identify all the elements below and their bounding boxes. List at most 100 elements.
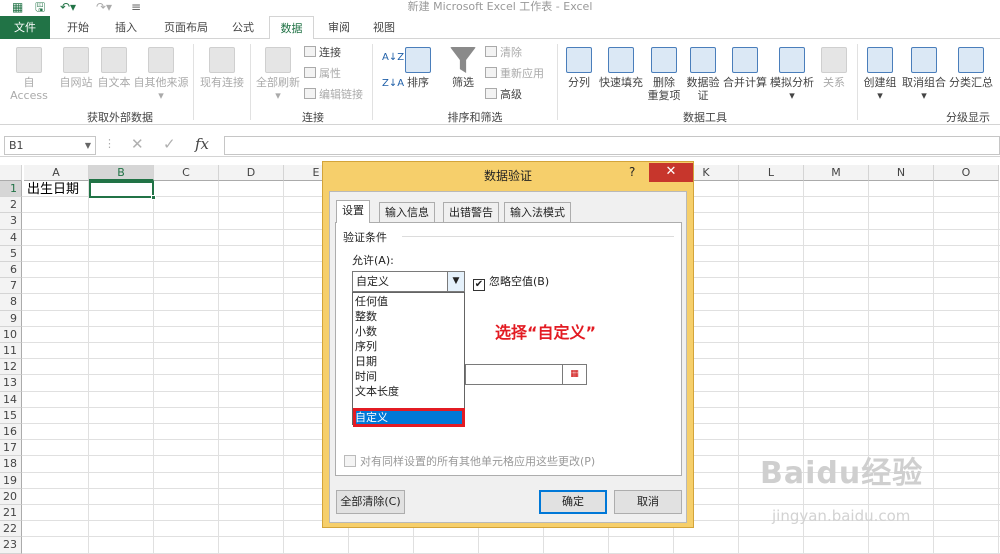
insert-function-button[interactable]: fx	[195, 135, 209, 153]
tab-error-alert[interactable]: 出错警告	[443, 202, 499, 223]
row-header-5[interactable]: 5	[0, 245, 22, 262]
tab-formulas[interactable]: 公式	[224, 16, 262, 39]
refresh-all-button[interactable]: 全部刷新 ▾	[254, 47, 302, 102]
help-button[interactable]: ?	[629, 165, 635, 179]
checkmark-icon[interactable]: ✔	[473, 279, 485, 291]
existing-connections-button[interactable]: 现有连接	[197, 47, 247, 89]
row-header-19[interactable]: 19	[0, 472, 22, 489]
option-date[interactable]: 日期	[355, 354, 377, 369]
option-any-value[interactable]: 任何值	[355, 294, 388, 309]
row-header-7[interactable]: 7	[0, 278, 22, 295]
flash-fill-button[interactable]: 快速填充	[597, 47, 645, 89]
data-validation-button[interactable]: 数据验 证	[684, 47, 722, 102]
selected-cell-b1[interactable]	[89, 181, 156, 200]
sort-za-icon[interactable]: Z↓A	[382, 77, 404, 91]
column-header-n[interactable]: N	[869, 165, 934, 181]
row-header-8[interactable]: 8	[0, 294, 22, 311]
from-access-button[interactable]: 自 Access	[3, 47, 55, 102]
clear-all-button[interactable]: 全部清除(C)	[336, 490, 405, 514]
group-button[interactable]: 创建组 ▾	[860, 47, 900, 102]
connections-button[interactable]: 连接	[304, 46, 341, 60]
row-header-11[interactable]: 11	[0, 343, 22, 360]
tab-input-message[interactable]: 输入信息	[379, 202, 435, 223]
from-web-button[interactable]: 自网站	[57, 47, 95, 89]
allow-select[interactable]: 自定义 ▼	[352, 271, 465, 292]
remove-duplicates-button[interactable]: 删除 重复项	[645, 47, 683, 102]
column-header-c[interactable]: C	[154, 165, 219, 181]
tab-home[interactable]: 开始	[58, 16, 98, 39]
tab-page-layout[interactable]: 页面布局	[155, 16, 217, 39]
row-header-1[interactable]: 1	[0, 181, 22, 198]
option-time[interactable]: 时间	[355, 369, 377, 384]
row-header-23[interactable]: 23	[0, 537, 22, 554]
row-header-9[interactable]: 9	[0, 310, 22, 327]
sort-button[interactable]: 排序	[403, 47, 433, 89]
row-header-16[interactable]: 16	[0, 424, 22, 441]
cell-a1[interactable]: 出生日期	[27, 182, 79, 198]
properties-button[interactable]: 属性	[304, 67, 341, 81]
clear-filter-button[interactable]: 清除	[485, 46, 522, 60]
option-whole-number[interactable]: 整数	[355, 309, 377, 324]
filter-button[interactable]: 筛选	[447, 47, 479, 89]
name-box[interactable]: B1 ▼	[4, 136, 96, 155]
reapply-button[interactable]: 重新应用	[485, 67, 544, 81]
tab-ime-mode[interactable]: 输入法模式	[504, 202, 571, 223]
chevron-down-icon[interactable]: ▼	[447, 272, 464, 291]
drag-handle-icon[interactable]: ⋮	[104, 137, 115, 150]
range-select-icon[interactable]: ▦	[562, 364, 587, 385]
row-header-2[interactable]: 2	[0, 197, 22, 214]
cancel-entry-icon[interactable]: ✕	[131, 135, 144, 153]
ok-button[interactable]: 确定	[539, 490, 607, 514]
column-header-b[interactable]: B	[89, 165, 154, 181]
fill-handle[interactable]	[151, 195, 156, 200]
from-other-sources-button[interactable]: 自其他来源 ▾	[133, 47, 189, 102]
column-header-d[interactable]: D	[219, 165, 284, 181]
checkbox-empty-icon[interactable]	[344, 455, 356, 467]
relationships-button[interactable]: 关系	[818, 47, 850, 89]
row-header-15[interactable]: 15	[0, 407, 22, 424]
column-header-m[interactable]: M	[804, 165, 869, 181]
from-text-button[interactable]: 自文本	[95, 47, 133, 89]
ignore-blank-checkbox[interactable]: ✔ 忽略空值(B)	[473, 273, 549, 291]
ungroup-button[interactable]: 取消组合 ▾	[900, 47, 948, 102]
chevron-down-icon[interactable]: ▼	[85, 137, 91, 154]
option-list[interactable]: 序列	[355, 339, 377, 354]
row-header-22[interactable]: 22	[0, 521, 22, 538]
row-header-12[interactable]: 12	[0, 359, 22, 376]
row-header-17[interactable]: 17	[0, 440, 22, 457]
row-header-10[interactable]: 10	[0, 326, 22, 343]
tab-data[interactable]: 数据	[269, 16, 314, 40]
tab-review[interactable]: 审阅	[321, 16, 357, 39]
formula-input[interactable]	[224, 136, 1000, 155]
row-header-6[interactable]: 6	[0, 262, 22, 279]
tab-view[interactable]: 视图	[366, 16, 402, 39]
allow-select-value: 自定义	[356, 275, 389, 288]
row-header-20[interactable]: 20	[0, 488, 22, 505]
column-header-a[interactable]: A	[24, 165, 89, 181]
tab-settings[interactable]: 设置	[336, 200, 370, 223]
row-header-14[interactable]: 14	[0, 391, 22, 408]
apply-to-all-checkbox[interactable]: 对有同样设置的所有其他单元格应用这些更改(P)	[344, 453, 595, 469]
close-button[interactable]: ✕	[649, 163, 693, 182]
row-header-13[interactable]: 13	[0, 375, 22, 392]
consolidate-button[interactable]: 合并计算	[722, 47, 768, 89]
tab-file[interactable]: 文件	[0, 16, 50, 39]
row-header-4[interactable]: 4	[0, 229, 22, 246]
confirm-entry-icon[interactable]: ✓	[163, 135, 176, 153]
row-header-21[interactable]: 21	[0, 505, 22, 522]
cancel-button[interactable]: 取消	[614, 490, 682, 514]
option-text-length[interactable]: 文本长度	[355, 384, 399, 399]
edit-links-button[interactable]: 编辑链接	[304, 88, 363, 102]
row-header-18[interactable]: 18	[0, 456, 22, 473]
column-header-l[interactable]: L	[739, 165, 804, 181]
select-all-corner[interactable]	[0, 165, 22, 181]
option-decimal[interactable]: 小数	[355, 324, 377, 339]
row-header-3[interactable]: 3	[0, 213, 22, 230]
column-header-o[interactable]: O	[934, 165, 999, 181]
tab-insert[interactable]: 插入	[106, 16, 146, 39]
sort-az-icon[interactable]: A↓Z	[382, 51, 404, 65]
advanced-filter-button[interactable]: 高级	[485, 88, 522, 102]
subtotal-button[interactable]: 分类汇总	[946, 47, 996, 89]
text-to-columns-button[interactable]: 分列	[563, 47, 595, 89]
what-if-analysis-button[interactable]: 模拟分析 ▾	[769, 47, 815, 102]
